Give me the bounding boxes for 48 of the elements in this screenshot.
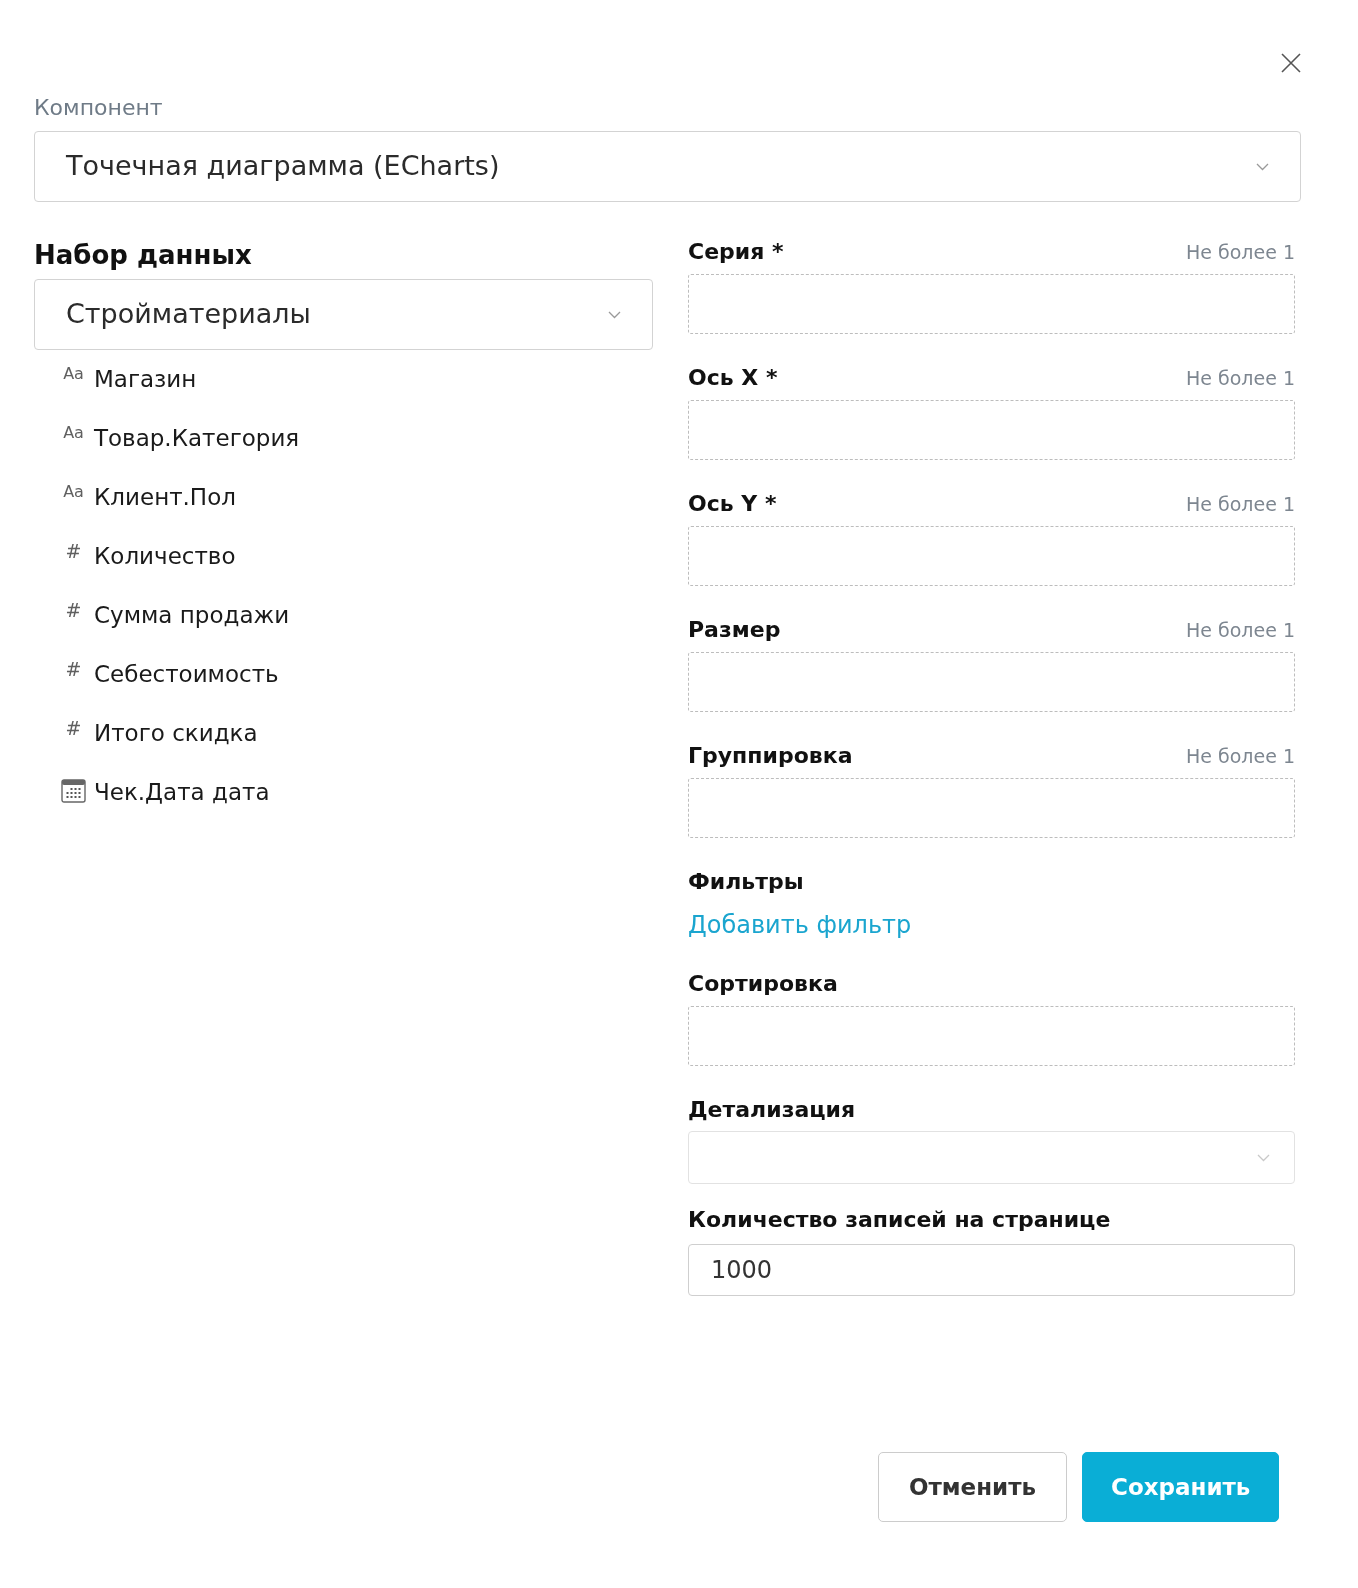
- text-type-icon: Aa: [61, 424, 86, 441]
- component-select[interactable]: Точечная диаграмма (ECharts): [34, 131, 1301, 202]
- component-label: Компонент: [34, 95, 164, 121]
- field-label: Размер: [688, 616, 781, 644]
- calendar-icon: [61, 778, 86, 803]
- dataset-field-item[interactable]: # Итого скидка: [34, 704, 653, 763]
- drop-zone[interactable]: [688, 778, 1295, 838]
- limit-hint: Не более 1: [1186, 744, 1295, 769]
- field-label: Сортировка: [688, 970, 838, 998]
- chevron-icon: [1257, 1153, 1270, 1162]
- field-label: Серия *: [688, 238, 784, 266]
- dataset-field-item[interactable]: Aa Товар.Категория: [34, 409, 653, 468]
- limit-hint: Не более 1: [1186, 366, 1295, 391]
- close-icon: [1281, 53, 1301, 73]
- chevron-icon: [1256, 162, 1269, 171]
- dataset-field-item[interactable]: # Количество: [34, 527, 653, 586]
- drop-zone[interactable]: [688, 274, 1295, 334]
- number-type-icon: #: [61, 660, 86, 679]
- dataset-field-item[interactable]: # Сумма продажи: [34, 586, 653, 645]
- limit-hint: Не более 1: [1186, 618, 1295, 643]
- number-type-icon: #: [61, 719, 86, 738]
- dataset-field-item[interactable]: Чек.Дата дата: [34, 763, 653, 822]
- dataset-select[interactable]: Стройматериалы: [34, 279, 653, 350]
- text-type-icon: Aa: [61, 483, 86, 500]
- limit-hint: Не более 1: [1186, 240, 1295, 265]
- number-type-icon: #: [61, 542, 86, 561]
- number-type-icon: #: [61, 601, 86, 620]
- field-label: Группировка: [688, 742, 853, 770]
- field-label: Фильтры: [688, 868, 804, 896]
- drop-zone[interactable]: [688, 1006, 1295, 1066]
- dataset-title: Набор данных: [34, 239, 253, 272]
- drop-zone[interactable]: [688, 526, 1295, 586]
- detail-select[interactable]: [688, 1131, 1295, 1184]
- field-label: Ось Y *: [688, 490, 777, 518]
- dataset-field-item[interactable]: Aa Магазин: [34, 350, 653, 409]
- drop-zone[interactable]: [688, 400, 1295, 460]
- records-per-page-input[interactable]: 1000: [688, 1244, 1295, 1296]
- limit-hint: Не более 1: [1186, 492, 1295, 517]
- field-label: Детализация: [688, 1096, 856, 1124]
- close-button[interactable]: [1281, 53, 1301, 73]
- drop-zone[interactable]: [688, 652, 1295, 712]
- field-label: Ось X *: [688, 364, 778, 392]
- chevron-icon: [608, 310, 621, 319]
- dataset-field-item[interactable]: Aa Клиент.Пол: [34, 468, 653, 527]
- cancel-button[interactable]: Отменить: [878, 1452, 1067, 1522]
- field-label: Количество записей на странице: [688, 1206, 1111, 1234]
- dataset-field-item[interactable]: # Себестоимость: [34, 645, 653, 704]
- text-type-icon: Aa: [61, 365, 86, 382]
